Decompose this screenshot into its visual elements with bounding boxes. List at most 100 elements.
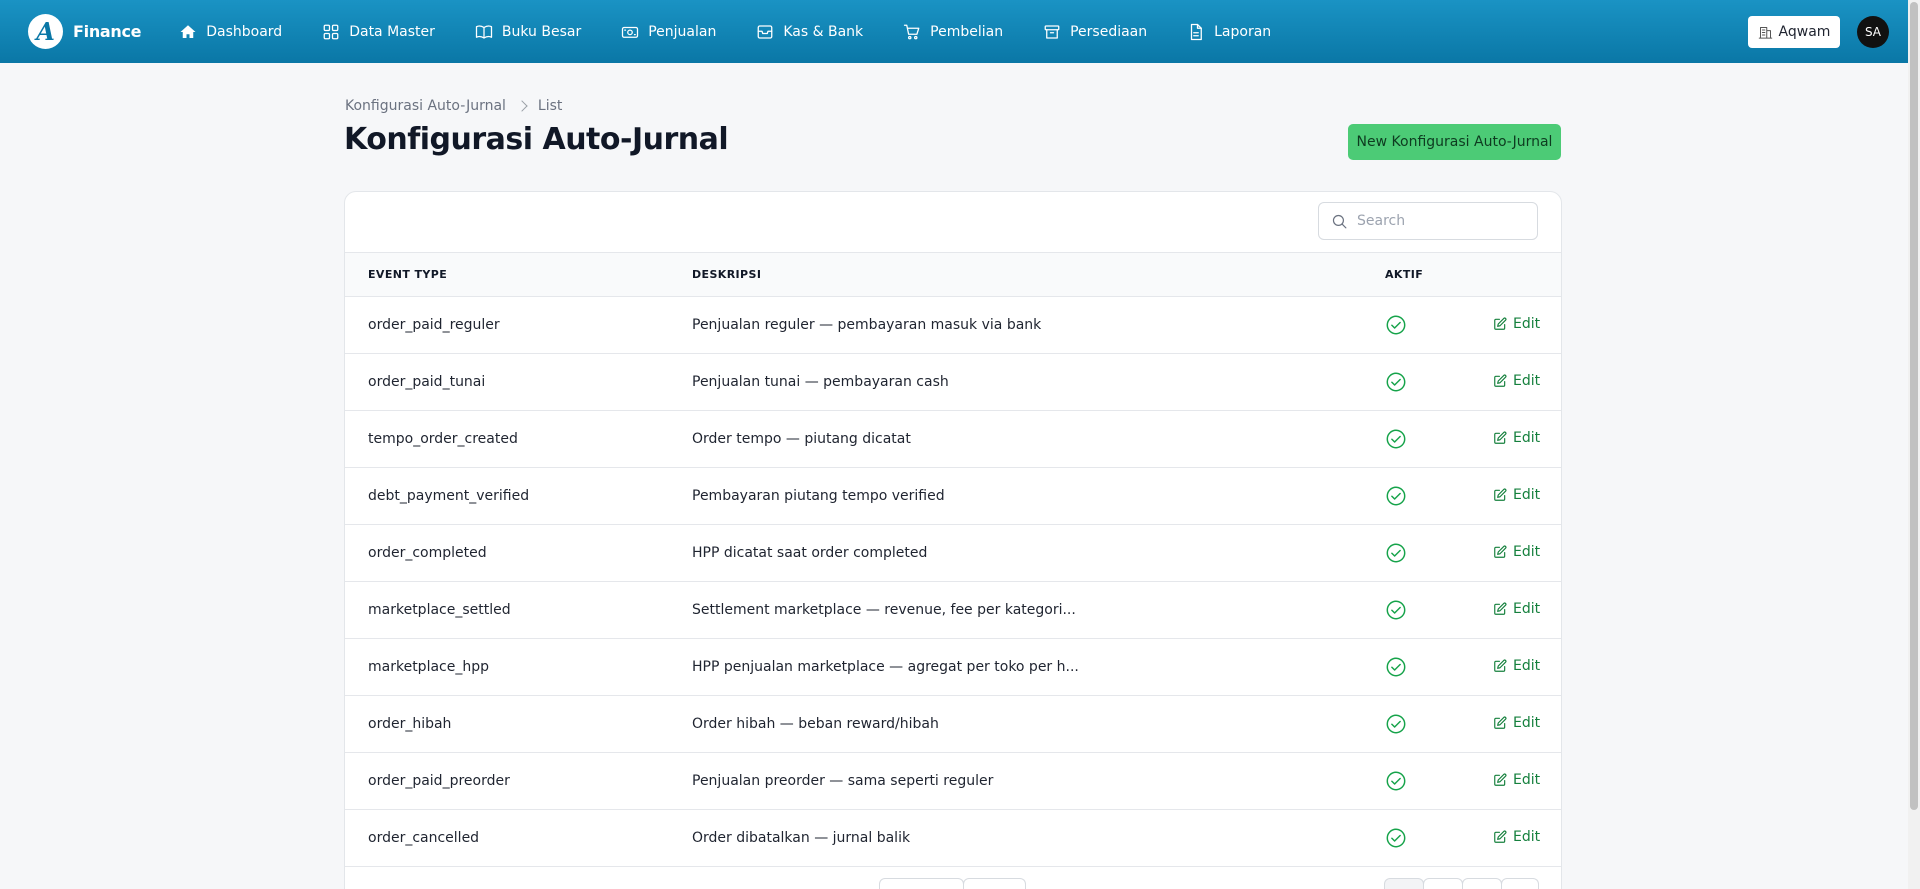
cell-event-type: order_completed: [368, 545, 487, 561]
edit-button[interactable]: Edit: [1493, 316, 1540, 332]
search-input[interactable]: [1357, 213, 1517, 229]
pagination-page[interactable]: [1423, 878, 1463, 889]
check-circle-icon: [1385, 371, 1407, 393]
cell-event-type: order_paid_reguler: [368, 317, 500, 333]
cell-event-type: order_cancelled: [368, 830, 480, 846]
archive-icon: [757, 24, 773, 39]
chevron-right-icon: [516, 100, 528, 112]
pagination-prev[interactable]: [1384, 878, 1424, 889]
nav-item-label: Persediaan: [1070, 23, 1148, 40]
nav-item-penjualan[interactable]: Penjualan: [621, 12, 716, 52]
nav-item-laporan[interactable]: Laporan: [1187, 12, 1271, 52]
cell-deskripsi: Order tempo — piutang dicatat: [692, 431, 911, 447]
edit-icon: [1494, 545, 1507, 558]
table-row[interactable]: order_completed HPP dicatat saat order co…: [345, 525, 1561, 582]
home-icon: [180, 24, 196, 38]
cell-deskripsi: Order dibatalkan — jurnal balik: [692, 830, 911, 846]
check-circle-icon: [1385, 428, 1407, 450]
column-header-event-type[interactable]: EVENT TYPE: [368, 268, 447, 281]
check-circle-icon: [1385, 485, 1407, 507]
table-row[interactable]: order_paid_tunai Penjualan tunai — pembay…: [345, 354, 1561, 411]
cell-deskripsi: Penjualan tunai — pembayaran cash: [692, 374, 949, 390]
nav-item-pembelian[interactable]: Pembelian: [903, 12, 1003, 52]
table-row[interactable]: marketplace_hpp HPP penjualan marketplace…: [345, 639, 1561, 696]
brand[interactable]: A Finance: [28, 14, 142, 49]
table-row[interactable]: order_paid_reguler Penjualan reguler — pe…: [345, 297, 1561, 354]
edit-button[interactable]: Edit: [1493, 658, 1540, 674]
pagination-page[interactable]: [1462, 878, 1502, 889]
edit-icon: [1494, 431, 1507, 444]
edit-icon: [1494, 488, 1507, 501]
check-circle-icon: [1385, 542, 1407, 564]
building-icon: [1758, 26, 1772, 39]
brand-logo: A: [28, 14, 63, 49]
table-row[interactable]: marketplace_settled Settlement marketplac…: [345, 582, 1561, 639]
nav-item-kas-bank[interactable]: Kas & Bank: [756, 12, 863, 52]
book-icon: [475, 24, 493, 39]
user-avatar[interactable]: SA: [1857, 16, 1889, 48]
report-icon: [1190, 23, 1203, 40]
cell-event-type: order_hibah: [368, 716, 452, 732]
main-nav: Dashboard Data Master Buku Besar Penjual…: [179, 12, 1311, 52]
cell-deskripsi: HPP penjualan marketplace — agregat per …: [692, 659, 1079, 675]
edit-icon: [1494, 602, 1507, 615]
nav-item-persediaan[interactable]: Persediaan: [1043, 12, 1147, 52]
edit-icon: [1494, 374, 1507, 387]
page-scroll-thumb[interactable]: [1910, 2, 1918, 810]
edit-label: Edit: [1513, 373, 1541, 389]
nav-item-buku-besar[interactable]: Buku Besar: [475, 12, 581, 52]
edit-button[interactable]: Edit: [1493, 430, 1540, 446]
edit-button[interactable]: Edit: [1493, 829, 1540, 845]
nav-item-label: Penjualan: [648, 23, 717, 40]
organization-switcher[interactable]: Aqwam: [1748, 16, 1840, 48]
column-header-aktif[interactable]: AKTIF: [1385, 268, 1423, 281]
search-box[interactable]: [1318, 202, 1538, 240]
edit-label: Edit: [1513, 544, 1541, 560]
new-config-button[interactable]: New Konfigurasi Auto-Jurnal: [1348, 124, 1561, 160]
nav-item-label: Dashboard: [206, 23, 283, 40]
breadcrumb-parent-link[interactable]: Konfigurasi Auto-Jurnal: [345, 98, 506, 114]
edit-label: Edit: [1513, 715, 1541, 731]
nav-item-label: Data Master: [349, 23, 435, 40]
check-circle-icon: [1385, 314, 1407, 336]
banknote-icon: [622, 26, 639, 38]
per-page-select[interactable]: [879, 878, 964, 889]
edit-button[interactable]: Edit: [1493, 772, 1540, 788]
edit-icon: [1494, 317, 1507, 330]
cell-event-type: tempo_order_created: [368, 431, 518, 447]
per-page-select-arrow[interactable]: [963, 878, 1026, 889]
edit-label: Edit: [1513, 430, 1541, 446]
cell-deskripsi: HPP dicatat saat order completed: [692, 545, 928, 561]
table-row[interactable]: order_cancelled Order dibatalkan — jurnal…: [345, 810, 1561, 867]
column-header-deskripsi[interactable]: DESKRIPSI: [692, 268, 761, 281]
edit-label: Edit: [1513, 601, 1541, 617]
nav-item-label: Buku Besar: [501, 23, 582, 40]
edit-icon: [1494, 659, 1507, 672]
edit-button[interactable]: Edit: [1493, 544, 1540, 560]
nav-item-dashboard[interactable]: Dashboard: [179, 12, 282, 52]
edit-button[interactable]: Edit: [1493, 373, 1540, 389]
edit-button[interactable]: Edit: [1493, 715, 1540, 731]
organization-label: Aqwam: [1778, 24, 1831, 40]
table-card: EVENT TYPE DESKRIPSI AKTIF order_paid_re…: [344, 191, 1562, 889]
edit-button[interactable]: Edit: [1493, 487, 1540, 503]
check-circle-icon: [1385, 713, 1407, 735]
cell-event-type: debt_payment_verified: [368, 488, 530, 504]
table-row[interactable]: debt_payment_verified Pembayaran piutang …: [345, 468, 1561, 525]
breadcrumb-current: List: [537, 98, 563, 114]
pagination-next[interactable]: [1501, 878, 1539, 889]
nav-item-label: Pembelian: [930, 23, 1004, 40]
table-row[interactable]: tempo_order_created Order tempo — piutang…: [345, 411, 1561, 468]
edit-label: Edit: [1513, 316, 1541, 332]
table-row[interactable]: order_paid_preorder Penjualan preorder — …: [345, 753, 1561, 810]
nav-item-data-master[interactable]: Data Master: [322, 12, 435, 52]
breadcrumb: Konfigurasi Auto-Jurnal List: [345, 98, 562, 114]
table-row[interactable]: order_hibah Order hibah — beban reward/hi…: [345, 696, 1561, 753]
table-header: EVENT TYPE DESKRIPSI AKTIF: [345, 252, 1561, 297]
cell-deskripsi: Pembayaran piutang tempo verified: [692, 488, 945, 504]
edit-button[interactable]: Edit: [1493, 601, 1540, 617]
page-title: Konfigurasi Auto-Jurnal: [344, 122, 729, 157]
cell-deskripsi: Penjualan preorder — sama seperti regule…: [692, 773, 994, 789]
edit-icon: [1494, 773, 1507, 786]
grid-icon: [323, 24, 339, 39]
